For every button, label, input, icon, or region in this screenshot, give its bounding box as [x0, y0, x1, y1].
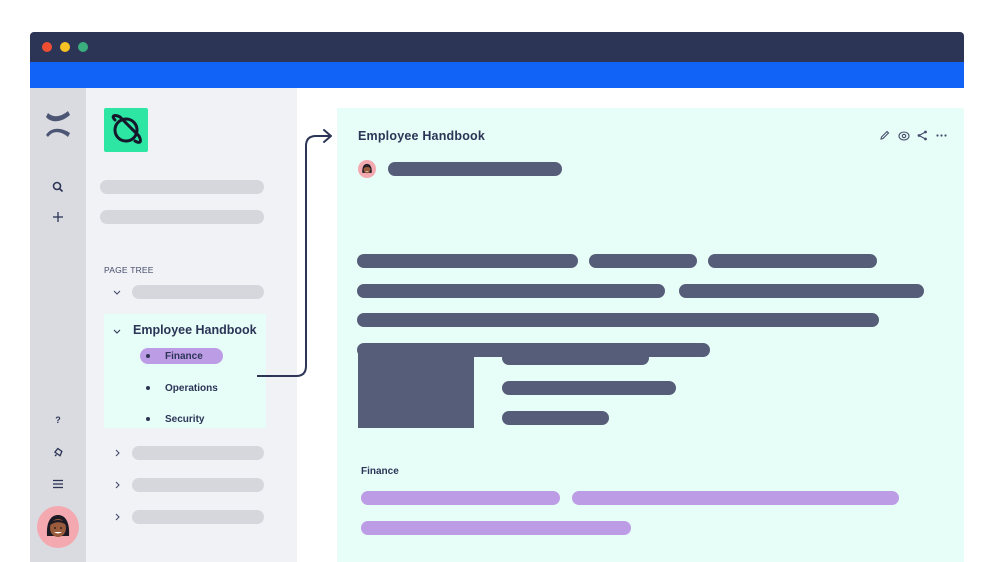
tree-child-label: Operations: [165, 382, 218, 394]
plus-icon[interactable]: [48, 207, 68, 227]
text-line-placeholder: [708, 254, 877, 268]
text-line-placeholder: [679, 284, 924, 298]
page-title: Employee Handbook: [358, 129, 486, 143]
text-line-placeholder: [502, 411, 609, 425]
page-content: Employee Handbook Finance: [337, 108, 964, 562]
text-line-placeholder: [589, 254, 697, 268]
tree-item-placeholder[interactable]: [132, 285, 264, 299]
tree-item-placeholder[interactable]: [132, 510, 264, 524]
page-toolbar: [878, 129, 948, 142]
text-line-placeholder: [502, 351, 649, 365]
byline-placeholder: [388, 162, 562, 176]
chevron-right-icon[interactable]: [111, 511, 123, 523]
text-line-placeholder: [502, 381, 676, 395]
tree-child-label: Security: [165, 413, 205, 425]
window-maximize-button[interactable]: [78, 42, 88, 52]
search-icon[interactable]: [48, 177, 68, 197]
window-minimize-button[interactable]: [60, 42, 70, 52]
watch-icon[interactable]: [897, 129, 910, 142]
text-line-placeholder: [357, 254, 578, 268]
tree-item-title[interactable]: Employee Handbook: [133, 323, 257, 337]
highlight-line-placeholder: [361, 521, 631, 535]
notification-icon[interactable]: [48, 442, 68, 462]
user-avatar[interactable]: [37, 506, 79, 548]
planet-icon[interactable]: [104, 108, 148, 152]
text-line-placeholder: [357, 284, 665, 298]
tree-child-label: Finance: [165, 350, 203, 362]
author-avatar[interactable]: [358, 160, 376, 178]
tree-child-finance[interactable]: Finance: [140, 348, 223, 364]
chevron-right-icon[interactable]: [111, 447, 123, 459]
app-window: ? PAGE TREE Employee Handbook Finance Op…: [30, 32, 964, 562]
window-close-button[interactable]: [42, 42, 52, 52]
bullet-icon: [146, 354, 150, 358]
image-placeholder: [358, 348, 474, 428]
more-icon[interactable]: [935, 129, 948, 142]
tree-item-employee-handbook[interactable]: Employee Handbook Finance Operations Sec…: [104, 314, 266, 428]
chevron-down-icon[interactable]: [111, 286, 123, 298]
app-header-bar: [30, 62, 964, 88]
tree-item-placeholder[interactable]: [132, 446, 264, 460]
text-line-placeholder: [357, 313, 879, 327]
highlight-line-placeholder: [361, 491, 560, 505]
bullet-icon: [146, 386, 150, 390]
edit-icon[interactable]: [878, 129, 891, 142]
global-nav-rail: ?: [30, 88, 86, 562]
highlight-line-placeholder: [572, 491, 899, 505]
tree-item-placeholder[interactable]: [132, 478, 264, 492]
tree-child-security[interactable]: Security: [140, 411, 204, 427]
bullet-icon: [146, 417, 150, 421]
help-icon[interactable]: ?: [48, 410, 68, 430]
sidebar-nav-placeholder[interactable]: [100, 210, 264, 224]
page-tree-label: PAGE TREE: [104, 265, 154, 275]
title-bar: [30, 32, 964, 62]
chevron-down-icon[interactable]: [111, 325, 123, 337]
tree-child-operations[interactable]: Operations: [140, 380, 218, 396]
confluence-logo-icon[interactable]: [42, 108, 74, 140]
menu-icon[interactable]: [48, 474, 68, 494]
share-icon[interactable]: [916, 129, 929, 142]
section-heading: Finance: [361, 466, 399, 477]
space-sidebar: PAGE TREE Employee Handbook Finance Oper…: [86, 88, 297, 562]
sidebar-nav-placeholder[interactable]: [100, 180, 264, 194]
chevron-right-icon[interactable]: [111, 479, 123, 491]
